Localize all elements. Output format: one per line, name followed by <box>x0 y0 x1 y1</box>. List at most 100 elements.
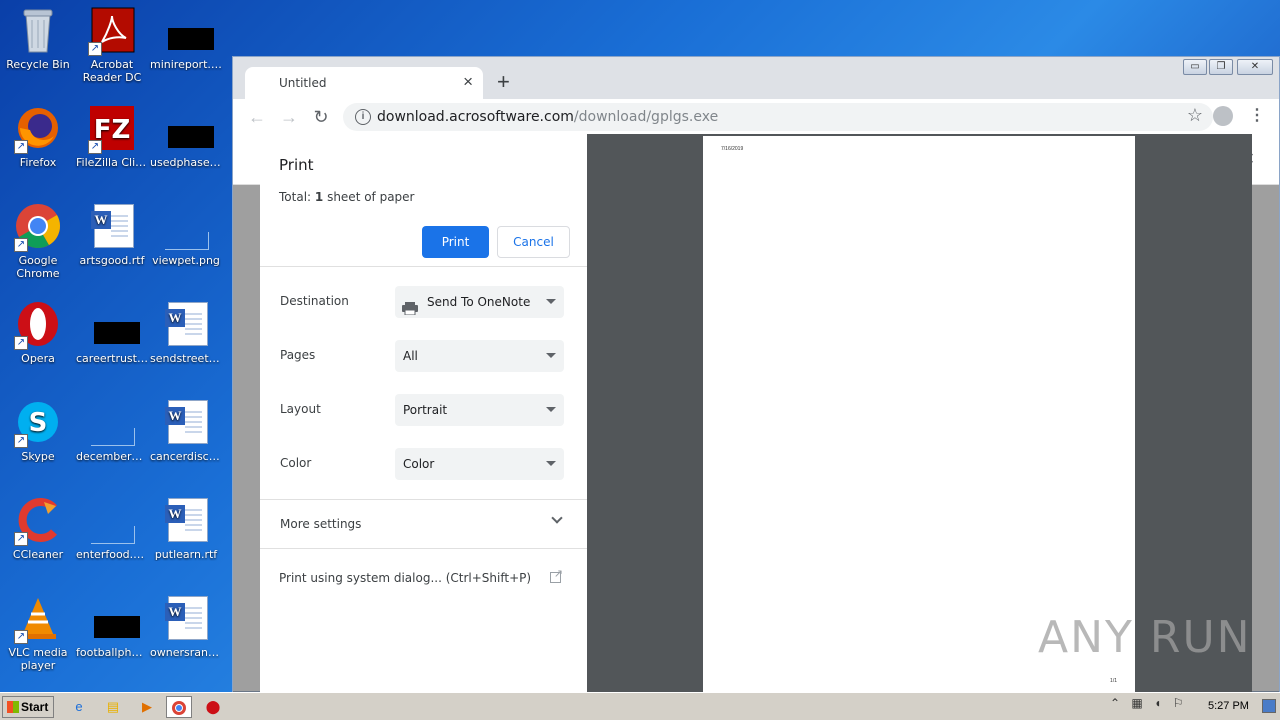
desktop-icon-ownersrang[interactable]: W ownersrang... <box>148 590 224 680</box>
destination-select[interactable]: Send To OneNote 2 <box>395 286 564 318</box>
desktop-icon-enterfood[interactable]: enterfood.png <box>74 492 150 582</box>
desktop-icon-label: Recycle Bin <box>6 58 70 71</box>
ccleaner-icon: ↗ <box>14 496 62 546</box>
desktop-icon-vlc[interactable]: ↗ VLC media player <box>0 590 76 680</box>
shortcut-arrow-icon: ↗ <box>14 238 28 252</box>
desktop-icon-opera[interactable]: ↗ Opera <box>0 296 76 386</box>
forward-icon[interactable]: → <box>277 105 301 129</box>
desktop-icon-minireport[interactable]: minireport.jpg <box>148 2 224 92</box>
color-value: Color <box>403 457 435 471</box>
desktop-icon-chrome[interactable]: ↗ Google Chrome <box>0 198 76 288</box>
desktop-icon-label: enterfood.png <box>76 548 150 561</box>
desktop-icon-label: Skype <box>21 450 55 463</box>
address-bar[interactable]: i download.acrosoftware.com/download/gpl… <box>343 103 1213 131</box>
media-player-icon[interactable]: ▶ <box>134 696 160 718</box>
layout-select[interactable]: Portrait <box>395 394 564 426</box>
desktop-icon-firefox[interactable]: ↗ Firefox <box>0 100 76 190</box>
color-label: Color <box>280 456 312 470</box>
show-desktop-button[interactable] <box>1262 699 1276 713</box>
back-icon[interactable]: ← <box>245 105 269 129</box>
network-icon[interactable]: ▦ <box>1131 696 1142 710</box>
shortcut-arrow-icon: ↗ <box>88 140 102 154</box>
info-icon[interactable]: i <box>355 109 371 125</box>
desktop-icon-skype[interactable]: S ↗ Skype <box>0 394 76 484</box>
desktop-icon-artsgood[interactable]: W artsgood.rtf <box>74 198 150 288</box>
desktop-icon-ccleaner[interactable]: ↗ CCleaner <box>0 492 76 582</box>
more-settings-row[interactable]: More settings <box>260 500 587 548</box>
new-tab-button[interactable]: + <box>497 69 510 95</box>
desktop-icon-cancerdiscu[interactable]: W cancerdiscu... <box>148 394 224 484</box>
word-doc-icon: W <box>162 594 210 642</box>
restore-button[interactable]: ❐ <box>1209 59 1233 75</box>
chrome-taskbar-icon[interactable] <box>166 696 192 718</box>
bookmark-star-icon[interactable]: ☆ <box>1187 105 1203 126</box>
opera-taskbar-icon[interactable]: ⬤ <box>200 696 226 718</box>
word-doc-icon: W <box>162 300 210 348</box>
system-dialog-link[interactable]: Print using system dialog... (Ctrl+Shift… <box>260 549 587 605</box>
desktop-icon-decemberch[interactable]: decemberch... <box>74 394 150 484</box>
layout-value: Portrait <box>403 403 448 417</box>
pages-value: All <box>403 349 418 363</box>
color-select[interactable]: Color <box>395 448 564 480</box>
clock[interactable]: 5:27 PM <box>1208 700 1249 712</box>
desktop-icon-acrobat[interactable]: ↗ Acrobat Reader DC <box>74 2 150 92</box>
more-settings-label: More settings <box>280 517 362 531</box>
image-file-icon <box>88 496 136 544</box>
desktop-icon-label: decemberch... <box>76 450 150 463</box>
print-button[interactable]: Print <box>422 226 489 258</box>
desktop-icon-careertrust[interactable]: careertrust.... <box>74 296 150 386</box>
start-button[interactable]: Start <box>2 696 54 718</box>
preview-date: 7/16/2019 <box>721 146 744 152</box>
print-settings-panel: Print Total: 1 sheet of paper Print Canc… <box>260 134 587 692</box>
preview-page: 7/16/2019 1/1 <box>703 136 1135 692</box>
desktop-icon-footballphe[interactable]: footballphe... <box>74 590 150 680</box>
url-path: /download/gplgs.exe <box>573 109 719 125</box>
recycle-bin-icon <box>14 6 62 54</box>
flag-icon[interactable]: ⚐ <box>1173 696 1184 710</box>
browser-tab[interactable]: Untitled × <box>245 67 483 99</box>
chevron-down-icon <box>546 407 556 412</box>
chevron-down-icon <box>546 353 556 358</box>
chrome-icon: ↗ <box>14 202 62 252</box>
desktop-icon-filezilla[interactable]: FZ ↗ FileZilla Client <box>74 100 150 190</box>
anyrun-watermark: ANY RUN <box>1038 612 1252 663</box>
filezilla-icon: FZ ↗ <box>88 104 136 154</box>
shortcut-arrow-icon: ↗ <box>14 630 28 644</box>
chevron-down-icon <box>546 461 556 466</box>
profile-avatar-icon[interactable] <box>1213 106 1233 126</box>
url-host: download.acrosoftware.com <box>377 109 574 125</box>
expand-chevron-icon <box>551 512 563 524</box>
menu-kebab-icon[interactable]: ⋮ <box>1249 105 1265 125</box>
acrobat-icon: ↗ <box>88 6 136 56</box>
shortcut-arrow-icon: ↗ <box>88 42 102 56</box>
desktop-icon-viewpet[interactable]: viewpet.png <box>148 198 224 288</box>
desktop-icon-recycle-bin[interactable]: Recycle Bin <box>0 2 76 92</box>
shortcut-arrow-icon: ↗ <box>14 140 28 154</box>
desktop-icon-label: CCleaner <box>12 548 64 561</box>
taskbar: Start e ▤ ▶ ⬤ ⌃ ▦ ◖ ⚐ 5:27 PM <box>0 692 1280 720</box>
explorer-folder-icon[interactable]: ▤ <box>100 696 126 718</box>
tab-close-icon[interactable]: × <box>463 72 473 92</box>
pages-select[interactable]: All <box>395 340 564 372</box>
desktop-icon-usedphase[interactable]: usedphase.jpg <box>148 100 224 190</box>
system-tray: ⌃ ▦ ◖ ⚐ <box>1104 696 1200 718</box>
word-doc-icon: W <box>88 202 136 250</box>
sheet-total: Total: 1 sheet of paper <box>279 190 415 204</box>
svg-text:S: S <box>29 408 48 438</box>
tray-expand-icon[interactable]: ⌃ <box>1110 696 1120 710</box>
vlc-icon: ↗ <box>14 594 62 644</box>
system-dialog-label: Print using system dialog... (Ctrl+Shift… <box>279 571 532 585</box>
desktop-icon-label: sendstreet.rtf <box>150 352 224 365</box>
image-file-icon <box>88 300 140 348</box>
ie-icon[interactable]: e <box>66 696 92 718</box>
volume-icon[interactable]: ◖ <box>1154 696 1161 710</box>
word-doc-icon: W <box>162 496 210 544</box>
window-close-button[interactable]: ✕ <box>1237 59 1273 75</box>
image-file-icon <box>162 104 214 152</box>
cancel-button[interactable]: Cancel <box>497 226 570 258</box>
reload-icon[interactable]: ↻ <box>309 105 333 129</box>
minimize-button[interactable]: ▭ <box>1183 59 1207 75</box>
desktop-icon-putlearn[interactable]: W putlearn.rtf <box>148 492 224 582</box>
chevron-down-icon <box>546 299 556 304</box>
desktop-icon-sendstreet[interactable]: W sendstreet.rtf <box>148 296 224 386</box>
